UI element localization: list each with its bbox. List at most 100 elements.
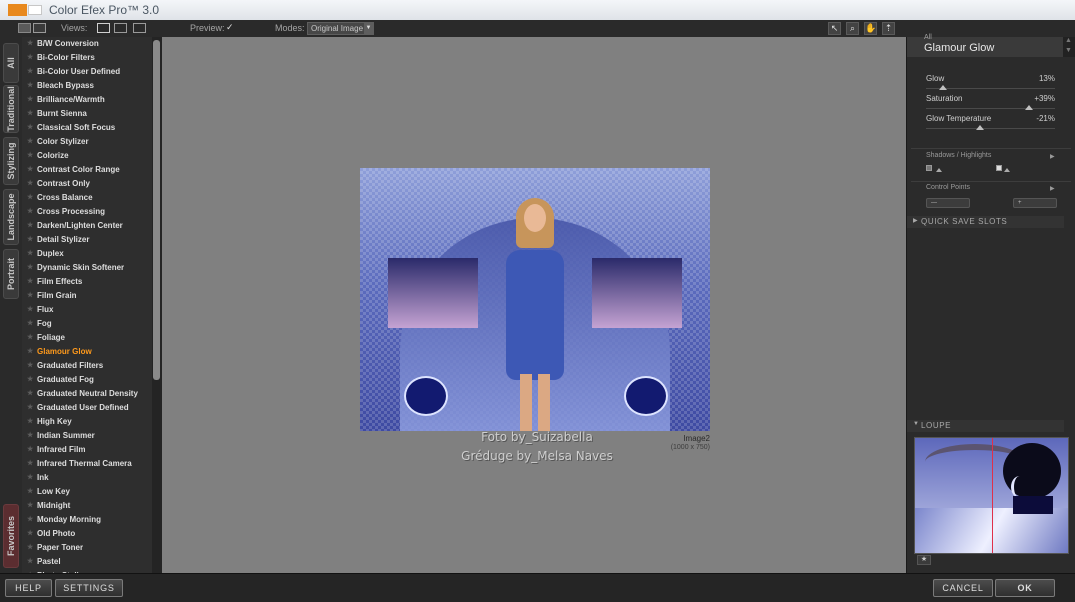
favorite-star-icon[interactable]: ★: [27, 177, 33, 191]
modes-dropdown[interactable]: Original Image ▼: [307, 22, 374, 35]
tab-portrait[interactable]: Portrait: [3, 249, 19, 299]
control-points-expand-icon[interactable]: ▶: [1050, 185, 1055, 192]
preview-area[interactable]: Foto by_Suizabella Gréduge by_Melsa Nave…: [162, 37, 906, 573]
favorite-star-icon[interactable]: ★: [27, 527, 33, 541]
favorite-star-icon[interactable]: ★: [27, 233, 33, 247]
favorite-star-icon[interactable]: ★: [27, 65, 33, 79]
filter-item[interactable]: ★ Monday Morning: [22, 513, 152, 527]
filter-list-scrollbar[interactable]: [152, 37, 162, 573]
filter-item[interactable]: ★ Film Effects: [22, 275, 152, 289]
favorite-star-icon[interactable]: ★: [27, 373, 33, 387]
filter-item[interactable]: ★ Bi-Color Filters: [22, 51, 152, 65]
view-single-button[interactable]: [97, 23, 110, 33]
filter-item[interactable]: ★ Brilliance/Warmth: [22, 93, 152, 107]
ok-button[interactable]: OK: [995, 579, 1055, 597]
filter-item[interactable]: ★ Classical Soft Focus: [22, 121, 152, 135]
tab-all[interactable]: All: [3, 43, 19, 83]
filter-item[interactable]: ★ Contrast Only: [22, 177, 152, 191]
filter-item[interactable]: ★ Indian Summer: [22, 429, 152, 443]
favorite-star-icon[interactable]: ★: [27, 289, 33, 303]
favorite-star-icon[interactable]: ★: [27, 317, 33, 331]
favorite-star-icon[interactable]: ★: [27, 513, 33, 527]
panel-scroll-buttons[interactable]: ▲ ▼: [1063, 37, 1075, 57]
loupe-pin-icon[interactable]: ★: [917, 555, 931, 565]
filter-item[interactable]: ★ Cross Balance: [22, 191, 152, 205]
single-view-icon[interactable]: [18, 23, 31, 33]
tab-stylizing[interactable]: Stylizing: [3, 137, 19, 185]
favorite-star-icon[interactable]: ★: [27, 499, 33, 513]
favorite-star-icon[interactable]: ★: [27, 555, 33, 569]
filter-item[interactable]: ★ Darken/Lighten Center: [22, 219, 152, 233]
filter-item[interactable]: ★ Flux: [22, 303, 152, 317]
favorite-star-icon[interactable]: ★: [27, 219, 33, 233]
scrollbar-thumb[interactable]: [153, 40, 160, 380]
filter-item[interactable]: ★ Ink: [22, 471, 152, 485]
filter-item[interactable]: ★ Contrast Color Range: [22, 163, 152, 177]
favorite-star-icon[interactable]: ★: [27, 135, 33, 149]
glow-temperature-slider-thumb[interactable]: [976, 125, 985, 130]
settings-button[interactable]: SETTINGS: [55, 579, 123, 597]
filter-item[interactable]: ★ Color Stylizer: [22, 135, 152, 149]
cancel-button[interactable]: CANCEL: [933, 579, 993, 597]
filter-item[interactable]: ★ Glamour Glow: [22, 345, 152, 359]
favorite-star-icon[interactable]: ★: [27, 443, 33, 457]
filter-item[interactable]: ★ Fog: [22, 317, 152, 331]
filter-item[interactable]: ★ Bleach Bypass: [22, 79, 152, 93]
glow-slider-thumb[interactable]: [938, 85, 947, 90]
favorite-star-icon[interactable]: ★: [27, 37, 33, 51]
split-view-icon[interactable]: [33, 23, 46, 33]
hand-tool-icon[interactable]: ✋: [864, 22, 877, 35]
filter-item[interactable]: ★ Low Key: [22, 485, 152, 499]
filter-item[interactable]: ★ Graduated User Defined: [22, 401, 152, 415]
filter-item[interactable]: ★ B/W Conversion: [22, 37, 152, 51]
favorite-star-icon[interactable]: ★: [27, 429, 33, 443]
favorite-star-icon[interactable]: ★: [27, 415, 33, 429]
preview-checkbox[interactable]: ✓: [226, 23, 235, 32]
tab-landscape[interactable]: Landscape: [3, 189, 19, 245]
filter-item[interactable]: ★ Dynamic Skin Softener: [22, 261, 152, 275]
glow-slider[interactable]: [926, 85, 1055, 90]
highlights-slider-thumb[interactable]: [1004, 168, 1010, 172]
favorite-star-icon[interactable]: ★: [27, 541, 33, 555]
favorite-star-icon[interactable]: ★: [27, 149, 33, 163]
filter-item[interactable]: ★ Infrared Thermal Camera: [22, 457, 152, 471]
filter-item[interactable]: ★ Burnt Sienna: [22, 107, 152, 121]
favorite-star-icon[interactable]: ★: [27, 303, 33, 317]
shadows-expand-icon[interactable]: ▶: [1050, 153, 1055, 160]
loupe-section[interactable]: ▼ LOUPE: [907, 420, 1064, 432]
favorite-star-icon[interactable]: ★: [27, 205, 33, 219]
filter-item[interactable]: ★ Graduated Fog: [22, 373, 152, 387]
help-button[interactable]: HELP: [5, 579, 52, 597]
favorite-star-icon[interactable]: ★: [27, 121, 33, 135]
view-side-by-side-button[interactable]: [133, 23, 146, 33]
favorite-star-icon[interactable]: ★: [27, 51, 33, 65]
favorite-star-icon[interactable]: ★: [27, 93, 33, 107]
favorite-star-icon[interactable]: ★: [27, 191, 33, 205]
tab-traditional[interactable]: Traditional: [3, 85, 19, 133]
remove-control-point-button[interactable]: +: [1013, 198, 1057, 208]
filter-item[interactable]: ★ Infrared Film: [22, 443, 152, 457]
shadows-slider-thumb[interactable]: [936, 168, 942, 172]
filter-item[interactable]: ★ High Key: [22, 415, 152, 429]
pin-tool-icon[interactable]: ⇡: [882, 22, 895, 35]
filter-item[interactable]: ★ Midnight: [22, 499, 152, 513]
saturation-slider[interactable]: [926, 105, 1055, 110]
filter-item[interactable]: ★ Cross Processing: [22, 205, 152, 219]
filter-item[interactable]: ★ Detail Stylizer: [22, 233, 152, 247]
filter-item[interactable]: ★ Old Photo: [22, 527, 152, 541]
filter-item[interactable]: ★ Duplex: [22, 247, 152, 261]
zoom-tool-icon[interactable]: ⌕: [846, 22, 859, 35]
favorite-star-icon[interactable]: ★: [27, 457, 33, 471]
favorite-star-icon[interactable]: ★: [27, 401, 33, 415]
quick-save-slots-section[interactable]: ▶ QUICK SAVE SLOTS: [907, 216, 1064, 228]
favorite-star-icon[interactable]: ★: [27, 359, 33, 373]
filter-item[interactable]: ★ Graduated Filters: [22, 359, 152, 373]
favorite-star-icon[interactable]: ★: [27, 107, 33, 121]
favorite-star-icon[interactable]: ★: [27, 261, 33, 275]
filter-item[interactable]: ★ Colorize: [22, 149, 152, 163]
favorite-star-icon[interactable]: ★: [27, 275, 33, 289]
tab-favorites[interactable]: Favorites: [3, 504, 19, 568]
favorite-star-icon[interactable]: ★: [27, 79, 33, 93]
favorite-star-icon[interactable]: ★: [27, 247, 33, 261]
filter-item[interactable]: ★ Bi-Color User Defined: [22, 65, 152, 79]
